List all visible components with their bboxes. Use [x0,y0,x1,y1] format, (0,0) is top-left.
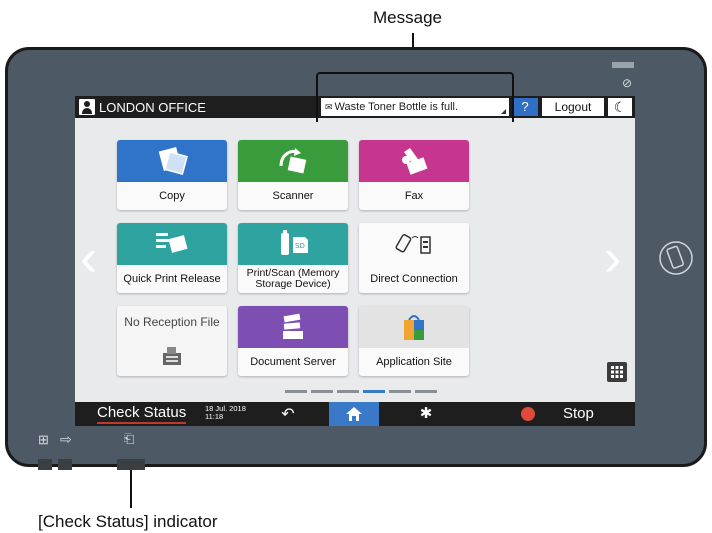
direct-connection-icon [395,234,431,254]
page-indicator-1 [285,390,307,393]
app-direct-connection[interactable]: Direct Connection [359,223,469,293]
app-scanner-band [238,140,348,182]
app-application-site-band [359,306,469,348]
scanner-icon [279,148,307,174]
fax-icon [402,148,428,175]
app-scanner-label: Scanner [272,189,314,202]
stop-button[interactable]: Stop [563,405,594,422]
help-button[interactable]: ? [512,98,538,116]
date-time: 18 Jul. 2018 11:18 [205,405,246,421]
usb-sd-icon: SD [281,230,308,255]
app-list-button[interactable] [607,362,627,382]
top-right-indicator [612,62,634,68]
top-bar: LONDON OFFICE ✉ Waste Toner Bottle is fu… [75,96,635,118]
page-indicator-6 [415,390,437,393]
app-fax-band [359,140,469,182]
app-quick-print-release-band [117,223,227,265]
check-status-indicator-callout-label: [Check Status] indicator [38,512,218,531]
page-indicator-4 [363,390,385,393]
app-document-server[interactable]: Document Server [238,306,348,376]
back-arrow-icon: ↶ [281,406,295,423]
app-copy[interactable]: Copy [117,140,227,210]
app-direct-connection-label: Direct Connection [370,272,458,285]
user-icon [79,99,95,115]
energy-saver-button[interactable]: ☾ [608,98,632,116]
app-copy-label: Copy [159,189,185,202]
gear-icon: ✱ [419,405,433,422]
office-name: LONDON OFFICE [99,99,206,115]
app-no-reception-file[interactable]: No Reception File [117,306,227,376]
stop-icon[interactable] [521,407,535,421]
app-print-scan-memory-band: SD [238,223,348,265]
page-indicator-2 [311,390,333,393]
check-status-icon: ⎗ [124,431,135,446]
app-copy-band [117,140,227,182]
quick-print-icon [156,233,188,253]
app-print-scan-memory-label: Print/Scan (Memory Storage Device) [246,267,340,290]
back-button[interactable]: ↶ [277,404,299,424]
message-expand-icon [501,109,506,114]
app-document-server-label: Document Server [250,355,336,368]
app-application-site-label: Application Site [376,355,452,368]
power-saver-icon: ⊘ [622,76,633,90]
check-status-callout-line [130,466,132,508]
message-icon: ✉ [325,101,333,112]
time: 11:18 [205,412,224,421]
message-box[interactable]: ✉ Waste Toner Bottle is full. [321,98,509,116]
home-icon [346,407,362,421]
check-status-indicator [117,459,145,470]
app-fax[interactable]: Fax [359,140,469,210]
page-indicator-3 [337,390,359,393]
login-arrow-icon: ⇨ [60,431,72,447]
svg-text:SD: SD [295,242,305,250]
copy-icon [158,147,188,175]
app-quick-print-release-label: Quick Print Release [123,272,221,285]
app-application-site[interactable]: Application Site [359,306,469,376]
previous-page-arrow[interactable]: ‹ [80,232,97,284]
moon-icon: ☾ [613,99,627,115]
message-text: Waste Toner Bottle is full. [334,101,459,113]
nfc-phone-icon [659,241,693,275]
app-no-reception-file-label: No Reception File [124,314,220,329]
check-status-button[interactable]: Check Status [97,404,187,424]
next-page-arrow[interactable]: › [604,232,621,284]
page-indicator-5 [389,390,411,393]
settings-button[interactable]: ✱ [415,404,437,424]
user-office[interactable]: LONDON OFFICE [79,98,206,116]
communicating-indicator [58,459,72,470]
home-button[interactable] [329,402,379,426]
bottom-bar: Check Status 18 Jul. 2018 11:18 ↶ ✱ Stop [75,402,635,426]
data-in-icon: ⊞ [38,432,49,447]
app-quick-print-release[interactable]: Quick Print Release [117,223,227,293]
shopping-bag-icon [404,315,424,340]
app-scanner[interactable]: Scanner [238,140,348,210]
logout-button[interactable]: Logout [542,98,604,116]
message-callout-label: Message [373,8,442,27]
touch-screen: LONDON OFFICE ✉ Waste Toner Bottle is fu… [75,72,635,426]
app-direct-connection-band [359,223,469,265]
data-in-indicator [38,459,52,470]
app-fax-label: Fax [404,189,424,202]
document-server-icon [283,313,303,339]
grid-icon [611,366,623,378]
fax-machine-icon [163,347,181,365]
app-print-scan-memory[interactable]: SD Print/Scan (Memory Storage Device) [238,223,348,293]
app-document-server-band [238,306,348,348]
